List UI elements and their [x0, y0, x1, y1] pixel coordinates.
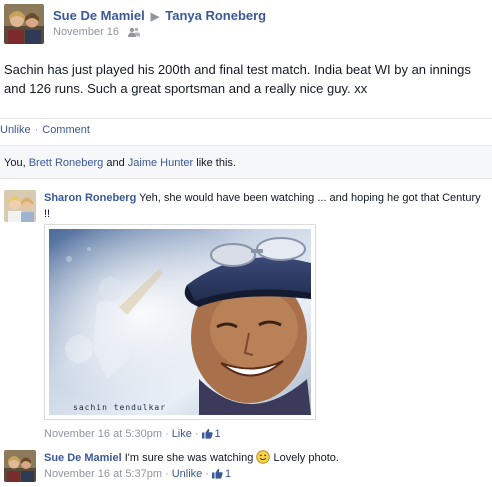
- arrow-right-icon: ▶: [150, 11, 160, 23]
- recipient-name-link[interactable]: Tanya Roneberg: [165, 8, 266, 23]
- commenter-name-link[interactable]: Sharon Roneberg: [44, 192, 136, 204]
- comment-unlike-link[interactable]: Unlike: [172, 468, 203, 480]
- post-header-names: Sue De Mamiel ▶ Tanya Roneberg: [53, 8, 266, 23]
- comment-photo[interactable]: sachin tendulkar: [44, 224, 316, 420]
- post-meta: November 16: [53, 26, 141, 40]
- likes-text: You, Brett Roneberg and Jaime Hunter lik…: [4, 157, 236, 169]
- thumbs-up-icon: [211, 468, 223, 482]
- photo-caption: sachin tendulkar: [73, 403, 167, 412]
- commenter-avatar[interactable]: [4, 450, 36, 482]
- commenter-avatar[interactable]: [4, 190, 36, 222]
- thumbs-up-icon: [201, 428, 213, 442]
- unlike-link[interactable]: Unlike: [0, 124, 31, 136]
- comment-body: Sue De Mamiel I'm sure she was watching …: [44, 450, 484, 469]
- author-avatar[interactable]: [4, 4, 44, 44]
- comment-meta: November 16 at 5:30pm · Like · 1: [44, 428, 221, 442]
- comment-meta: November 16 at 5:37pm · Unlike · 1: [44, 468, 232, 482]
- comment-like-count[interactable]: 1: [211, 468, 231, 482]
- liker-link-jaime[interactable]: Jaime Hunter: [128, 157, 193, 169]
- post-date[interactable]: November 16: [53, 26, 119, 38]
- post-text: Sachin has just played his 200th and fin…: [4, 62, 471, 96]
- author-name-link[interactable]: Sue De Mamiel: [53, 8, 145, 23]
- commenter-name-link[interactable]: Sue De Mamiel: [44, 452, 122, 464]
- photo-image[interactable]: sachin tendulkar: [49, 229, 311, 415]
- comment-text-after: Lovely photo.: [273, 452, 339, 464]
- comment-like-count[interactable]: 1: [201, 428, 221, 442]
- liker-link-brett[interactable]: Brett Roneberg: [29, 157, 104, 169]
- smiley-icon: [256, 450, 271, 469]
- group-icon[interactable]: [128, 27, 141, 40]
- comment-like-link[interactable]: Like: [172, 428, 192, 440]
- comment-link[interactable]: Comment: [42, 124, 90, 136]
- comment-timestamp[interactable]: November 16 at 5:37pm: [44, 468, 162, 480]
- comment-body: Sharon Roneberg Yeh, she would have been…: [44, 190, 484, 222]
- post-action-bar: Unlike · Comment: [0, 118, 492, 136]
- likes-summary: You, Brett Roneberg and Jaime Hunter lik…: [0, 145, 492, 179]
- comment-timestamp[interactable]: November 16 at 5:30pm: [44, 428, 162, 440]
- comment-text: I'm sure she was watching: [124, 452, 254, 464]
